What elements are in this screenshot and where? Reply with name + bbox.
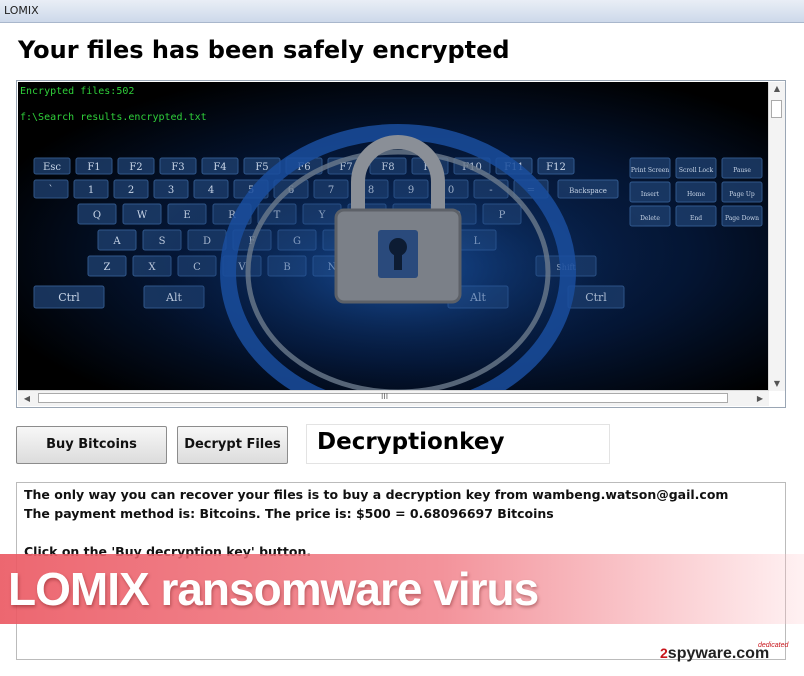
scroll-right-arrow-icon[interactable]: ▶ [753,391,767,406]
banner-text: LOMIX ransomware virus [8,563,539,615]
svg-text:1: 1 [88,185,94,196]
svg-text:F3: F3 [171,162,184,173]
svg-text:F1: F1 [87,162,100,173]
decryption-key-value: Decryptionkey [317,429,505,455]
key-nav-2: Pause [721,157,763,179]
svg-text:Home: Home [687,191,706,198]
key-nav-0: Print Screen [629,157,671,179]
encrypted-files-count: Encrypted files:502 [20,86,135,97]
svg-text:Scroll Lock: Scroll Lock [679,167,714,174]
encrypted-file-path: f:\Search results.encrypted.txt [20,112,207,123]
svg-text:End: End [690,215,702,222]
key-f3: F3 [159,157,197,175]
title-banner: LOMIX ransomware virus [0,554,804,624]
svg-text:W: W [137,210,148,221]
horizontal-scroll-thumb[interactable]: III [38,392,728,403]
svg-text:Print Screen: Print Screen [631,167,669,174]
svg-text:Page Up: Page Up [729,191,755,198]
key-nav-5: Page Up [721,181,763,203]
key-z: Z [87,255,127,277]
watermark-number: 2 [660,645,668,661]
svg-text:Q: Q [93,210,101,221]
key-f4: F4 [201,157,239,175]
key-f1: F1 [75,157,113,175]
svg-text:F2: F2 [129,162,142,173]
key-row2-1: 1 [73,179,109,199]
keyboard-padlock-illustration: EscF1F2F3F4F5F6F7F8F9F10F11F12 `12345678… [33,124,763,391]
svg-text:`: ` [49,185,54,196]
vertical-scrollbar[interactable]: ▲ ▼ [768,82,785,391]
svg-text:Z: Z [104,262,111,273]
watermark-tag: dedicated [758,642,789,649]
scroll-up-arrow-icon[interactable]: ▲ [769,82,785,96]
window-title-bar: LOMIX [0,0,804,23]
key-row2-3: 3 [153,179,189,199]
scroll-left-arrow-icon[interactable]: ◀ [20,391,34,406]
key-nav-7: End [675,205,717,227]
key-a: A [97,229,137,251]
svg-text:Pause: Pause [733,167,751,174]
key-nav-8: Page Down [721,205,763,227]
vertical-scroll-thumb[interactable] [771,100,782,118]
buy-bitcoins-button[interactable]: Buy Bitcoins [16,426,167,464]
watermark-name: spyware.com [667,645,770,662]
encrypted-keyboard-image: EscF1F2F3F4F5F6F7F8F9F10F11F12 `12345678… [18,82,769,391]
key-nav-1: Scroll Lock [675,157,717,179]
message-line-2: The payment method is: Bitcoins. The pri… [24,506,554,521]
key-nav-3: Insert [629,181,671,203]
scroll-grip: III [381,392,389,401]
svg-text:Ctrl: Ctrl [58,291,80,304]
console-view[interactable]: EscF1F2F3F4F5F6F7F8F9F10F11F12 `12345678… [16,80,786,408]
svg-text:Insert: Insert [641,191,660,198]
key-nav-4: Home [675,181,717,203]
page-title: Your files has been safely encrypted [18,36,510,64]
key-ctrl-left: Ctrl [33,285,105,309]
decryption-key-field[interactable]: Decryptionkey [306,424,610,464]
decrypt-files-button[interactable]: Decrypt Files [177,426,288,464]
window-title: LOMIX [4,4,39,17]
key-esc: Esc [33,157,71,175]
message-line-1: The only way you can recover your files … [24,487,729,502]
key-f2: F2 [117,157,155,175]
key-row2-0: ` [33,179,69,199]
watermark-logo: 2spyware.com dedicated [660,642,788,669]
svg-text:Page Down: Page Down [725,215,759,222]
key-row2-2: 2 [113,179,149,199]
svg-text:2: 2 [128,185,134,196]
svg-text:A: A [112,236,121,247]
horizontal-scrollbar[interactable]: ◀ III ▶ [18,390,769,406]
svg-text:3: 3 [168,185,174,196]
svg-text:Esc: Esc [43,162,61,173]
svg-text:F4: F4 [213,162,226,173]
scroll-down-arrow-icon[interactable]: ▼ [769,377,785,391]
key-q: Q [77,203,117,225]
